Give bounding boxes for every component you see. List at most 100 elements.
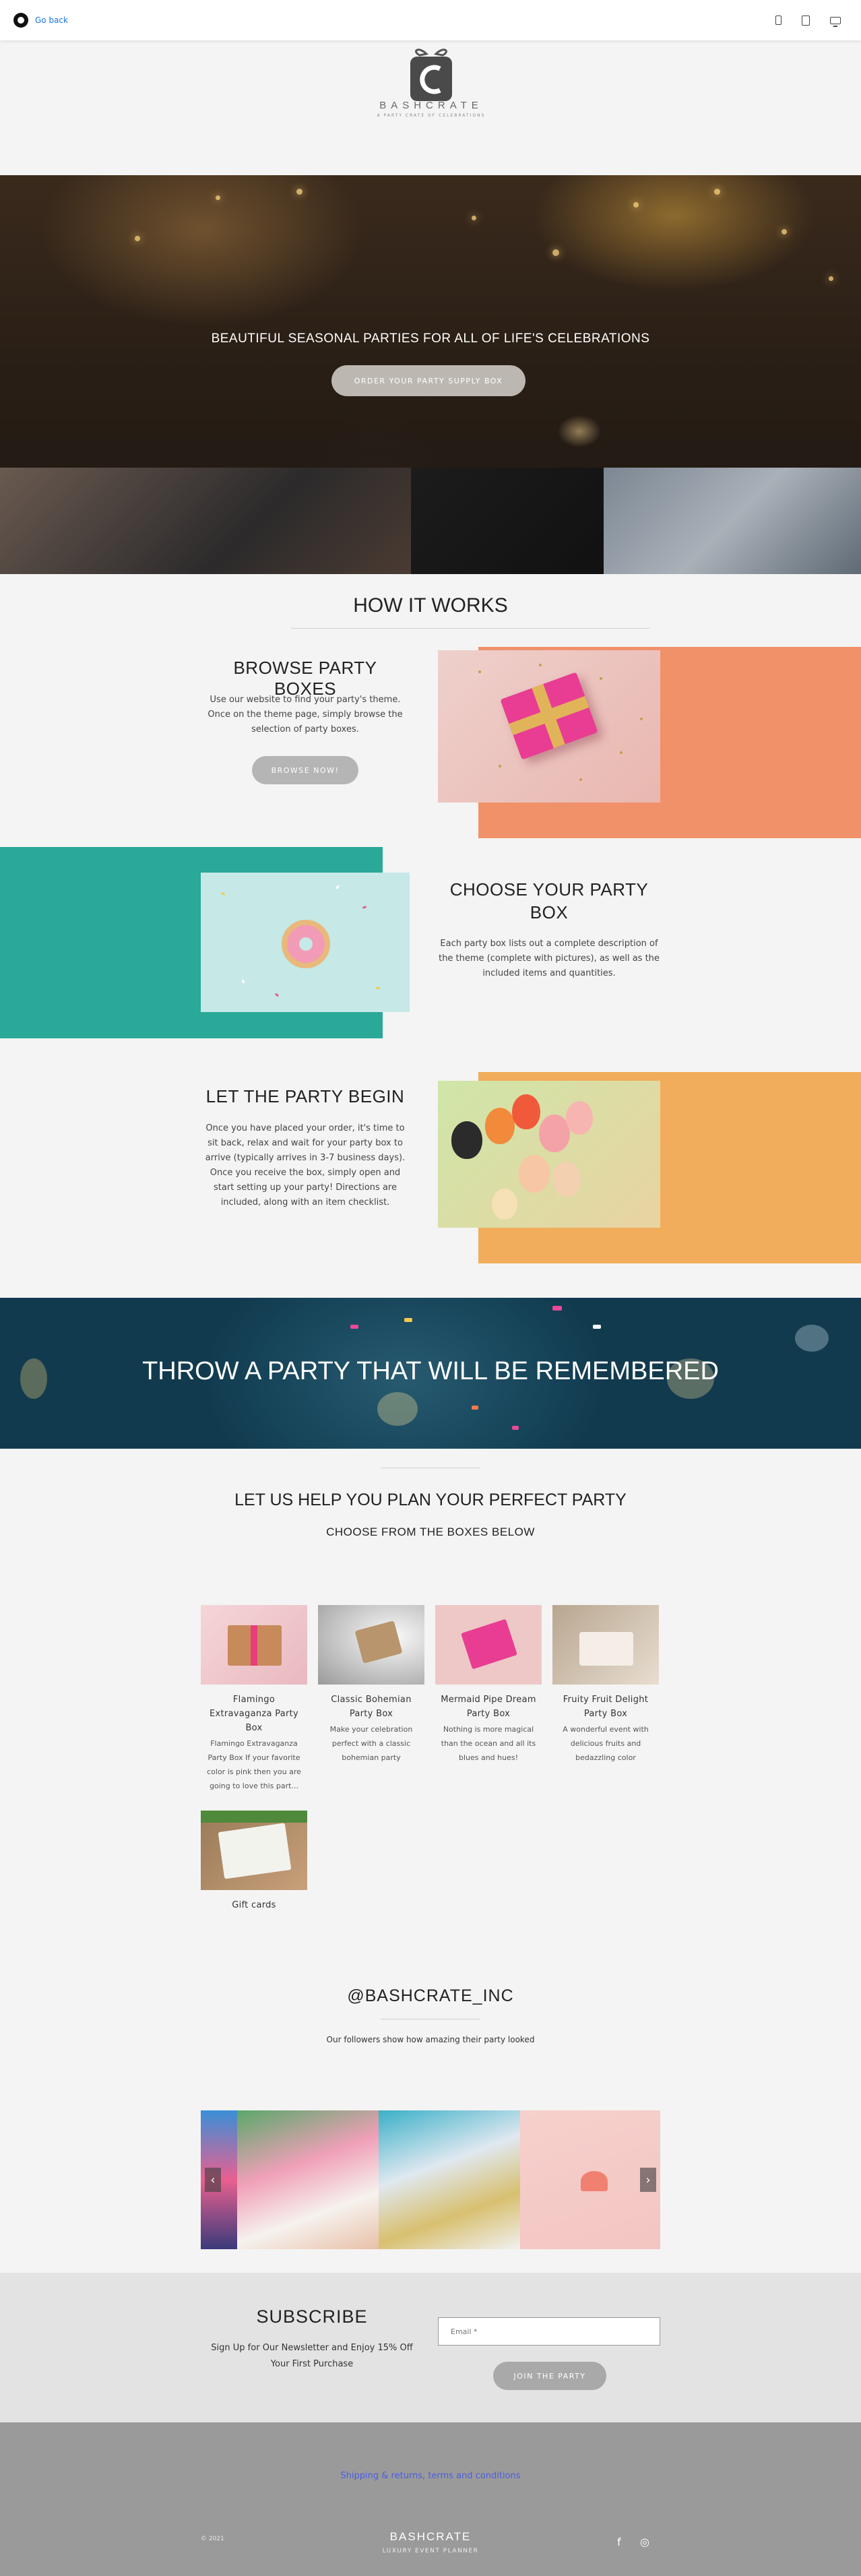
step-choose-text: Each party box lists out a complete desc… <box>439 939 660 978</box>
gallery-image[interactable] <box>379 2110 520 2249</box>
gallery-prev-arrow-icon[interactable]: ‹ <box>205 2168 221 2192</box>
product-image[interactable] <box>201 1605 307 1685</box>
bokeh-blob <box>795 1325 829 1352</box>
subscribe-text: Sign Up for Our Newsletter and Enjoy 15%… <box>211 2343 413 2369</box>
tablet-icon[interactable] <box>802 15 810 26</box>
balloon <box>539 1114 570 1152</box>
shipping-terms-link[interactable]: Shipping & returns, terms and conditions <box>0 2471 861 2481</box>
product-name[interactable]: Mermaid Pipe Dream Party Box <box>435 1693 542 1721</box>
product-name[interactable]: Gift cards <box>201 1898 307 1912</box>
instagram-subtitle: Our followers show how amazing their par… <box>326 2035 535 2044</box>
bokeh-light <box>714 189 720 195</box>
step-choose-heading: CHOOSE YOUR PARTY BOX <box>449 879 649 922</box>
bokeh-light <box>552 249 559 256</box>
step-party-heading: LET THE PARTY BEGIN <box>205 1086 405 1106</box>
hero-title: BEAUTIFUL SEASONAL PARTIES FOR ALL OF LI… <box>211 332 650 346</box>
product-card-bohemian[interactable]: Classic Bohemian Party Box Make your cel… <box>318 1605 424 1765</box>
mobile-icon[interactable] <box>775 15 782 25</box>
email-input[interactable] <box>438 2317 660 2346</box>
product-name[interactable]: Classic Bohemian Party Box <box>318 1693 424 1721</box>
footer: Shipping & returns, terms and conditions… <box>0 2422 861 2576</box>
product-image[interactable] <box>201 1811 307 1890</box>
product-image[interactable] <box>552 1605 659 1685</box>
plan-subtitle: CHOOSE FROM THE BOXES BELOW <box>326 1526 535 1538</box>
confetti-piece <box>593 1325 601 1329</box>
banner-title: THROW A PARTY THAT WILL BE REMEMBERED <box>142 1357 719 1385</box>
balloon <box>519 1155 550 1193</box>
product-name[interactable]: Fruity Fruit Delight Party Box <box>552 1693 659 1721</box>
bokeh-light <box>472 216 476 220</box>
gallery-next-arrow-icon[interactable]: › <box>640 2168 656 2192</box>
product-desc: A wonderful event with delicious fruits … <box>563 1725 649 1762</box>
desktop-icon[interactable] <box>830 16 841 27</box>
flamingo-shape <box>581 2171 608 2191</box>
bokeh-light <box>633 202 639 208</box>
confetti-dot <box>499 765 501 767</box>
product-name[interactable]: Flamingo Extravaganza Party Box <box>201 1693 307 1735</box>
balloon <box>552 1162 581 1197</box>
product-image[interactable] <box>318 1605 424 1685</box>
leaves-shape <box>201 1811 307 1823</box>
instagram-title: @BASHCRATE_INC <box>347 1986 514 2005</box>
logo-tagline: A PARTY CRATE OF CELEBRATIONS <box>377 113 486 118</box>
go-back-label: Go back <box>35 15 68 25</box>
site-logo[interactable]: BASHCRATE A PARTY CRATE OF CELEBRATIONS <box>364 40 499 121</box>
product-card-mermaid[interactable]: Mermaid Pipe Dream Party Box Nothing is … <box>435 1605 542 1765</box>
box-shape <box>354 1621 403 1664</box>
product-card-fruity[interactable]: Fruity Fruit Delight Party Box A wonderf… <box>552 1605 659 1765</box>
gift-box-shape <box>500 672 598 760</box>
product-card-gift-cards[interactable]: Gift cards <box>201 1811 307 1912</box>
product-card-flamingo[interactable]: Flamingo Extravaganza Party Box Flamingo… <box>201 1605 307 1793</box>
balloon <box>451 1121 482 1159</box>
bokeh-light <box>135 236 140 241</box>
sprinkle <box>362 906 367 909</box>
confetti-piece <box>512 1426 519 1430</box>
hero-photo-strip <box>0 468 861 574</box>
bokeh-light <box>829 276 833 281</box>
step-party-text: Once you have placed your order, it's ti… <box>205 1123 406 1207</box>
confetti-piece <box>552 1306 562 1311</box>
instagram-gallery: ‹ › <box>201 2110 660 2249</box>
ribbon-shape <box>251 1625 257 1666</box>
confetti-dot <box>478 670 481 673</box>
balloons-image <box>438 1081 660 1228</box>
instagram-icon[interactable]: ◎ <box>640 2536 649 2548</box>
step-browse-text: Use our website to find your party's the… <box>208 695 403 734</box>
preview-top-bar: Go back <box>0 0 861 40</box>
dark-photo <box>411 468 604 574</box>
gallery-image[interactable] <box>520 2110 660 2249</box>
order-box-button[interactable]: ORDER YOUR PARTY SUPPLY BOX <box>331 365 525 396</box>
donut-shape <box>282 920 330 968</box>
bokeh-light <box>782 229 787 234</box>
product-image[interactable] <box>435 1605 542 1685</box>
join-the-party-button[interactable]: JOIN THE PARTY <box>493 2362 606 2390</box>
how-it-works-title: HOW IT WORKS <box>353 594 508 617</box>
balloon <box>485 1108 515 1144</box>
confetti-dot <box>600 677 602 680</box>
sprinkle <box>274 993 280 997</box>
bokeh-light <box>216 195 220 200</box>
pink-gift-image <box>438 650 660 803</box>
confetti-piece <box>472 1406 478 1410</box>
confetti-dot <box>539 664 542 666</box>
plan-title: LET US HELP YOU PLAN YOUR PERFECT PARTY <box>234 1490 627 1509</box>
toast-photo <box>0 468 411 574</box>
balloon <box>566 1101 593 1135</box>
gallery-image[interactable] <box>237 2110 379 2249</box>
divider <box>291 628 649 629</box>
go-back-button[interactable]: Go back <box>13 13 68 28</box>
confetti-piece <box>404 1318 412 1322</box>
subscribe-section: SUBSCRIBE Sign Up for Our Newsletter and… <box>0 2273 861 2422</box>
back-circle-icon <box>13 13 28 28</box>
browse-now-button[interactable]: BROWSE NOW! <box>252 756 358 784</box>
sprinkle <box>241 979 245 984</box>
table-setting-photo <box>604 468 861 574</box>
bokeh-light <box>296 189 302 195</box>
confetti-piece <box>350 1325 358 1329</box>
sprinkle <box>375 986 381 990</box>
bokeh-blob <box>377 1392 418 1426</box>
gift-shape <box>579 1632 633 1666</box>
confetti-dot <box>579 778 582 781</box>
facebook-icon[interactable]: f <box>617 2536 621 2548</box>
footer-brand: BASHCRATE <box>389 2530 472 2543</box>
